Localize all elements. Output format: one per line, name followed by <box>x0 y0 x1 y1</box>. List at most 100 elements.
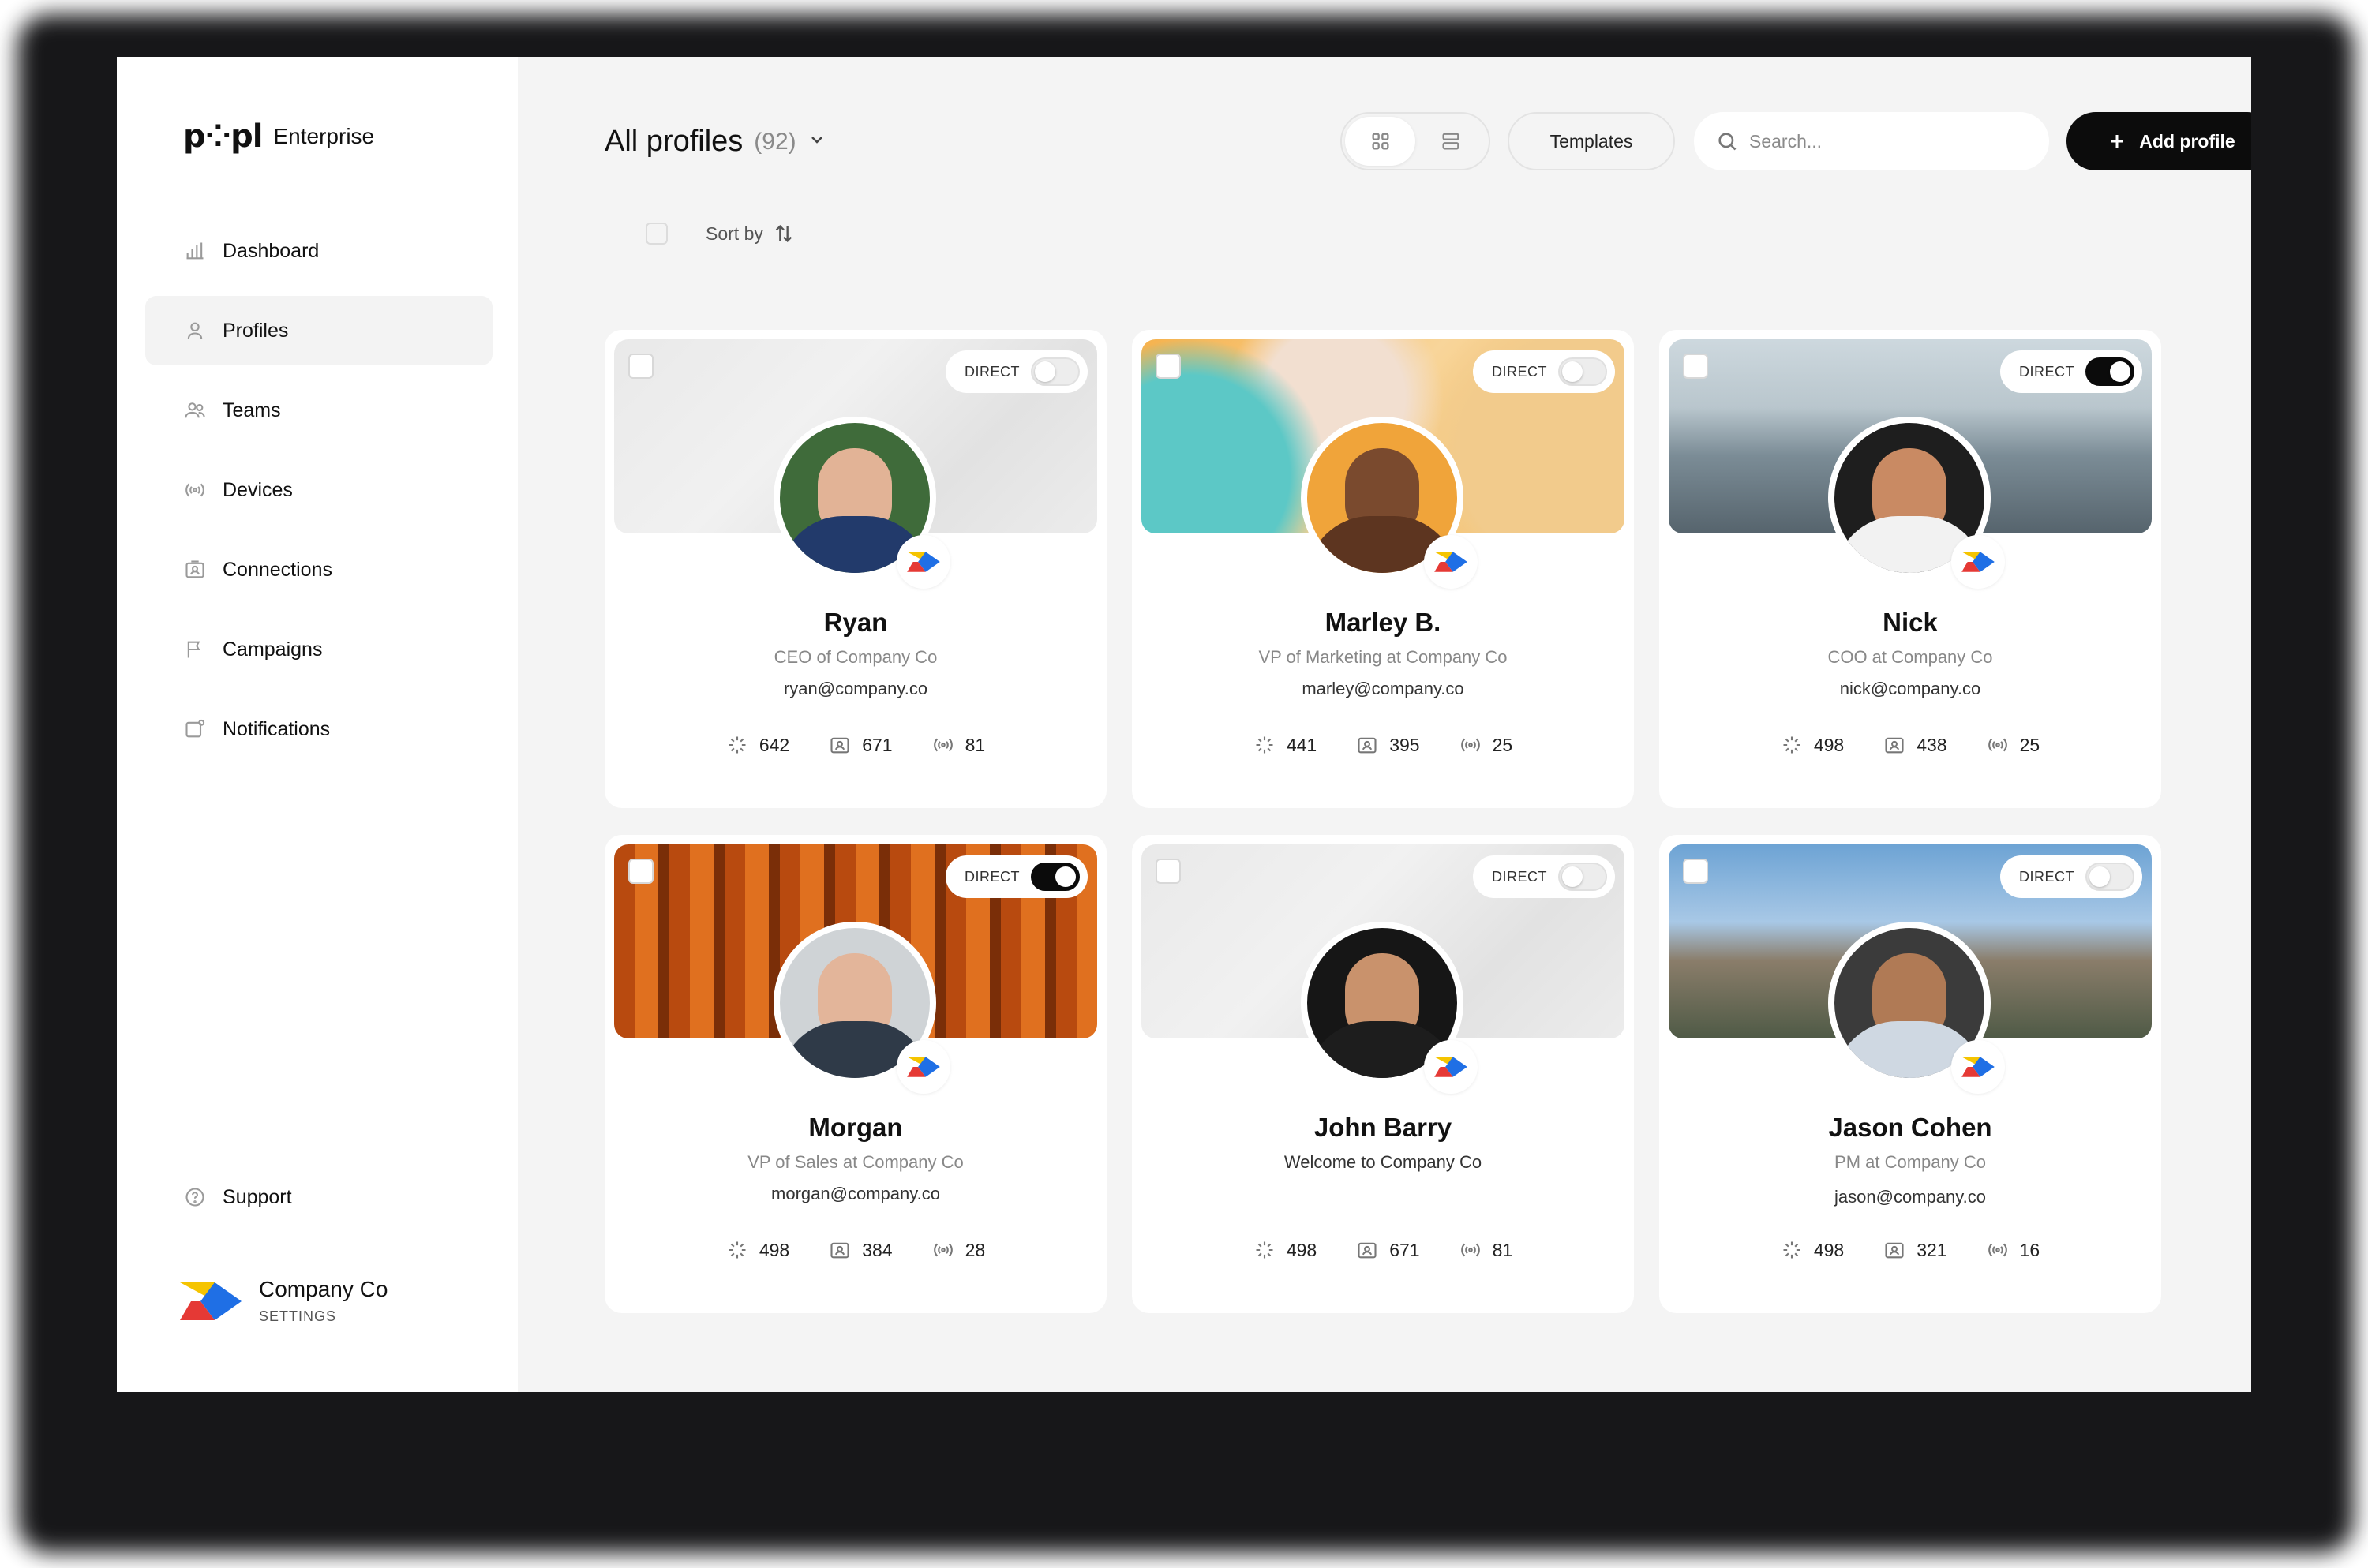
company-settings-label: SETTINGS <box>259 1308 337 1324</box>
flag-icon <box>183 638 207 661</box>
direct-toggle[interactable]: DIRECT <box>946 855 1088 898</box>
bar-chart-icon <box>183 239 207 263</box>
connections-count: 438 <box>1917 734 1947 755</box>
add-profile-button[interactable]: Add profile <box>2066 112 2251 170</box>
sidebar-item-label: Teams <box>223 399 281 421</box>
direct-toggle[interactable]: DIRECT <box>946 350 1088 393</box>
profile-email: morgan@company.co <box>771 1184 940 1203</box>
profile-welcome: Welcome to Company Co <box>1283 1152 1482 1172</box>
connections-stat: 321 <box>1883 1239 1947 1261</box>
nfc-icon <box>933 738 953 752</box>
profile-card[interactable]: DIRECT Jason Cohen PM at Company Co jaso… <box>1659 835 2161 1313</box>
connections-count: 671 <box>862 734 893 755</box>
views-stat: 642 <box>726 734 789 756</box>
sidebar-item-teams[interactable]: Teams <box>145 376 493 445</box>
sidebar-item-connections[interactable]: Connections <box>145 535 493 604</box>
views-count: 498 <box>1286 1239 1317 1260</box>
card-checkbox[interactable] <box>1683 354 1708 379</box>
sparkle-icon <box>729 736 746 754</box>
card-checkbox[interactable] <box>628 354 654 379</box>
brand[interactable]: p⁘pl Enterprise <box>183 118 374 155</box>
grid-icon <box>1372 133 1388 150</box>
sparkle-icon <box>1256 1241 1273 1259</box>
taps-count: 25 <box>2019 734 2040 755</box>
connections-stat: 384 <box>829 1239 893 1261</box>
toggle-switch[interactable] <box>1558 863 1607 891</box>
direct-toggle[interactable]: DIRECT <box>2000 350 2142 393</box>
profile-card[interactable]: DIRECT Morgan VP of Sales at Company Co … <box>605 835 1107 1313</box>
card-checkbox[interactable] <box>1156 354 1181 379</box>
sidebar-item-label: Devices <box>223 478 293 501</box>
toggle-switch[interactable] <box>2085 863 2134 891</box>
profile-card[interactable]: DIRECT Ryan CEO of Company Co ryan@compa… <box>605 330 1107 808</box>
templates-button[interactable]: Templates <box>1508 112 1675 170</box>
company-badge-icon <box>897 1040 950 1094</box>
profile-stats: 498 321 16 <box>1659 1239 2161 1261</box>
taps-count: 81 <box>965 734 986 755</box>
direct-toggle[interactable]: DIRECT <box>1473 855 1615 898</box>
profile-email: ryan@company.co <box>783 679 928 698</box>
taps-stat: 16 <box>1987 1239 2040 1261</box>
sidebar-item-label: Connections <box>223 558 332 581</box>
company-badge-icon <box>1424 535 1478 589</box>
profile-card[interactable]: DIRECT Nick COO at Company Co nick@compa… <box>1659 330 2161 808</box>
connections-count: 384 <box>862 1239 893 1260</box>
sidebar-item-label: Dashboard <box>223 239 320 262</box>
company-badge-icon <box>1424 1040 1478 1094</box>
profile-role: VP of Sales at Company Co <box>747 1152 964 1172</box>
direct-toggle[interactable]: DIRECT <box>1473 350 1615 393</box>
app-window: p⁘pl Enterprise Dashboard Profiles Teams… <box>117 57 2251 1392</box>
sidebar-item-dashboard[interactable]: Dashboard <box>145 216 493 286</box>
sort-by-label: Sort by <box>706 223 763 244</box>
profile-card[interactable]: DIRECT Marley B. VP of Marketing at Comp… <box>1132 330 1634 808</box>
chevron-down-icon <box>807 130 826 153</box>
direct-label: DIRECT <box>965 868 1020 885</box>
profile-role: COO at Company Co <box>1827 647 1993 667</box>
sidebar-item-profiles[interactable]: Profiles <box>145 296 493 365</box>
nfc-icon <box>1460 1243 1480 1257</box>
sort-by-button[interactable]: Sort by <box>706 223 795 245</box>
select-all-checkbox[interactable] <box>646 223 668 245</box>
company-badge-icon <box>1951 535 2005 589</box>
contact-card-icon <box>183 558 207 582</box>
taps-stat: 25 <box>1459 734 1513 756</box>
toggle-switch[interactable] <box>1031 863 1080 891</box>
sort-arrows-icon <box>775 225 792 242</box>
toggle-switch[interactable] <box>2085 357 2134 386</box>
profile-email: marley@company.co <box>1302 679 1464 698</box>
toggle-switch[interactable] <box>1558 357 1607 386</box>
taps-stat: 25 <box>1987 734 2040 756</box>
company-settings[interactable]: Company Co SETTINGS <box>180 1277 388 1325</box>
connections-count: 395 <box>1389 734 1420 755</box>
search-input[interactable] <box>1749 130 2033 152</box>
sidebar-item-notifications[interactable]: Notifications <box>145 694 493 764</box>
card-checkbox[interactable] <box>1156 859 1181 884</box>
sidebar-item-devices[interactable]: Devices <box>145 455 493 525</box>
main-content: All profiles (92) Templates Add profile <box>518 57 2251 1392</box>
view-toggle <box>1340 112 1490 170</box>
profiles-filter-dropdown[interactable]: All profiles (92) <box>605 125 826 159</box>
sparkle-icon <box>1783 736 1800 754</box>
company-badge-icon <box>1951 1040 2005 1094</box>
support-link[interactable]: Support <box>183 1185 292 1209</box>
contact-card-icon <box>830 1242 849 1259</box>
contact-card-icon <box>1885 737 1904 754</box>
card-checkbox[interactable] <box>628 859 654 884</box>
connections-stat: 395 <box>1356 734 1420 756</box>
search-box <box>1694 112 2049 170</box>
direct-toggle[interactable]: DIRECT <box>2000 855 2142 898</box>
contact-card-icon <box>830 737 849 754</box>
sort-row: Sort by <box>646 223 795 245</box>
toggle-switch[interactable] <box>1031 357 1080 386</box>
grid-view-button[interactable] <box>1345 117 1415 166</box>
profile-name: John Barry <box>1313 1113 1452 1142</box>
taps-count: 16 <box>2019 1239 2040 1260</box>
profile-card[interactable]: DIRECT John Barry Welcome to Company Co … <box>1132 835 1634 1313</box>
sidebar-item-campaigns[interactable]: Campaigns <box>145 615 493 684</box>
sidebar-item-label: Campaigns <box>223 638 323 661</box>
list-view-button[interactable] <box>1415 117 1486 166</box>
nfc-icon <box>1460 738 1480 752</box>
card-checkbox[interactable] <box>1683 859 1708 884</box>
profile-name: Jason Cohen <box>1828 1113 1992 1142</box>
taps-count: 25 <box>1492 734 1513 755</box>
